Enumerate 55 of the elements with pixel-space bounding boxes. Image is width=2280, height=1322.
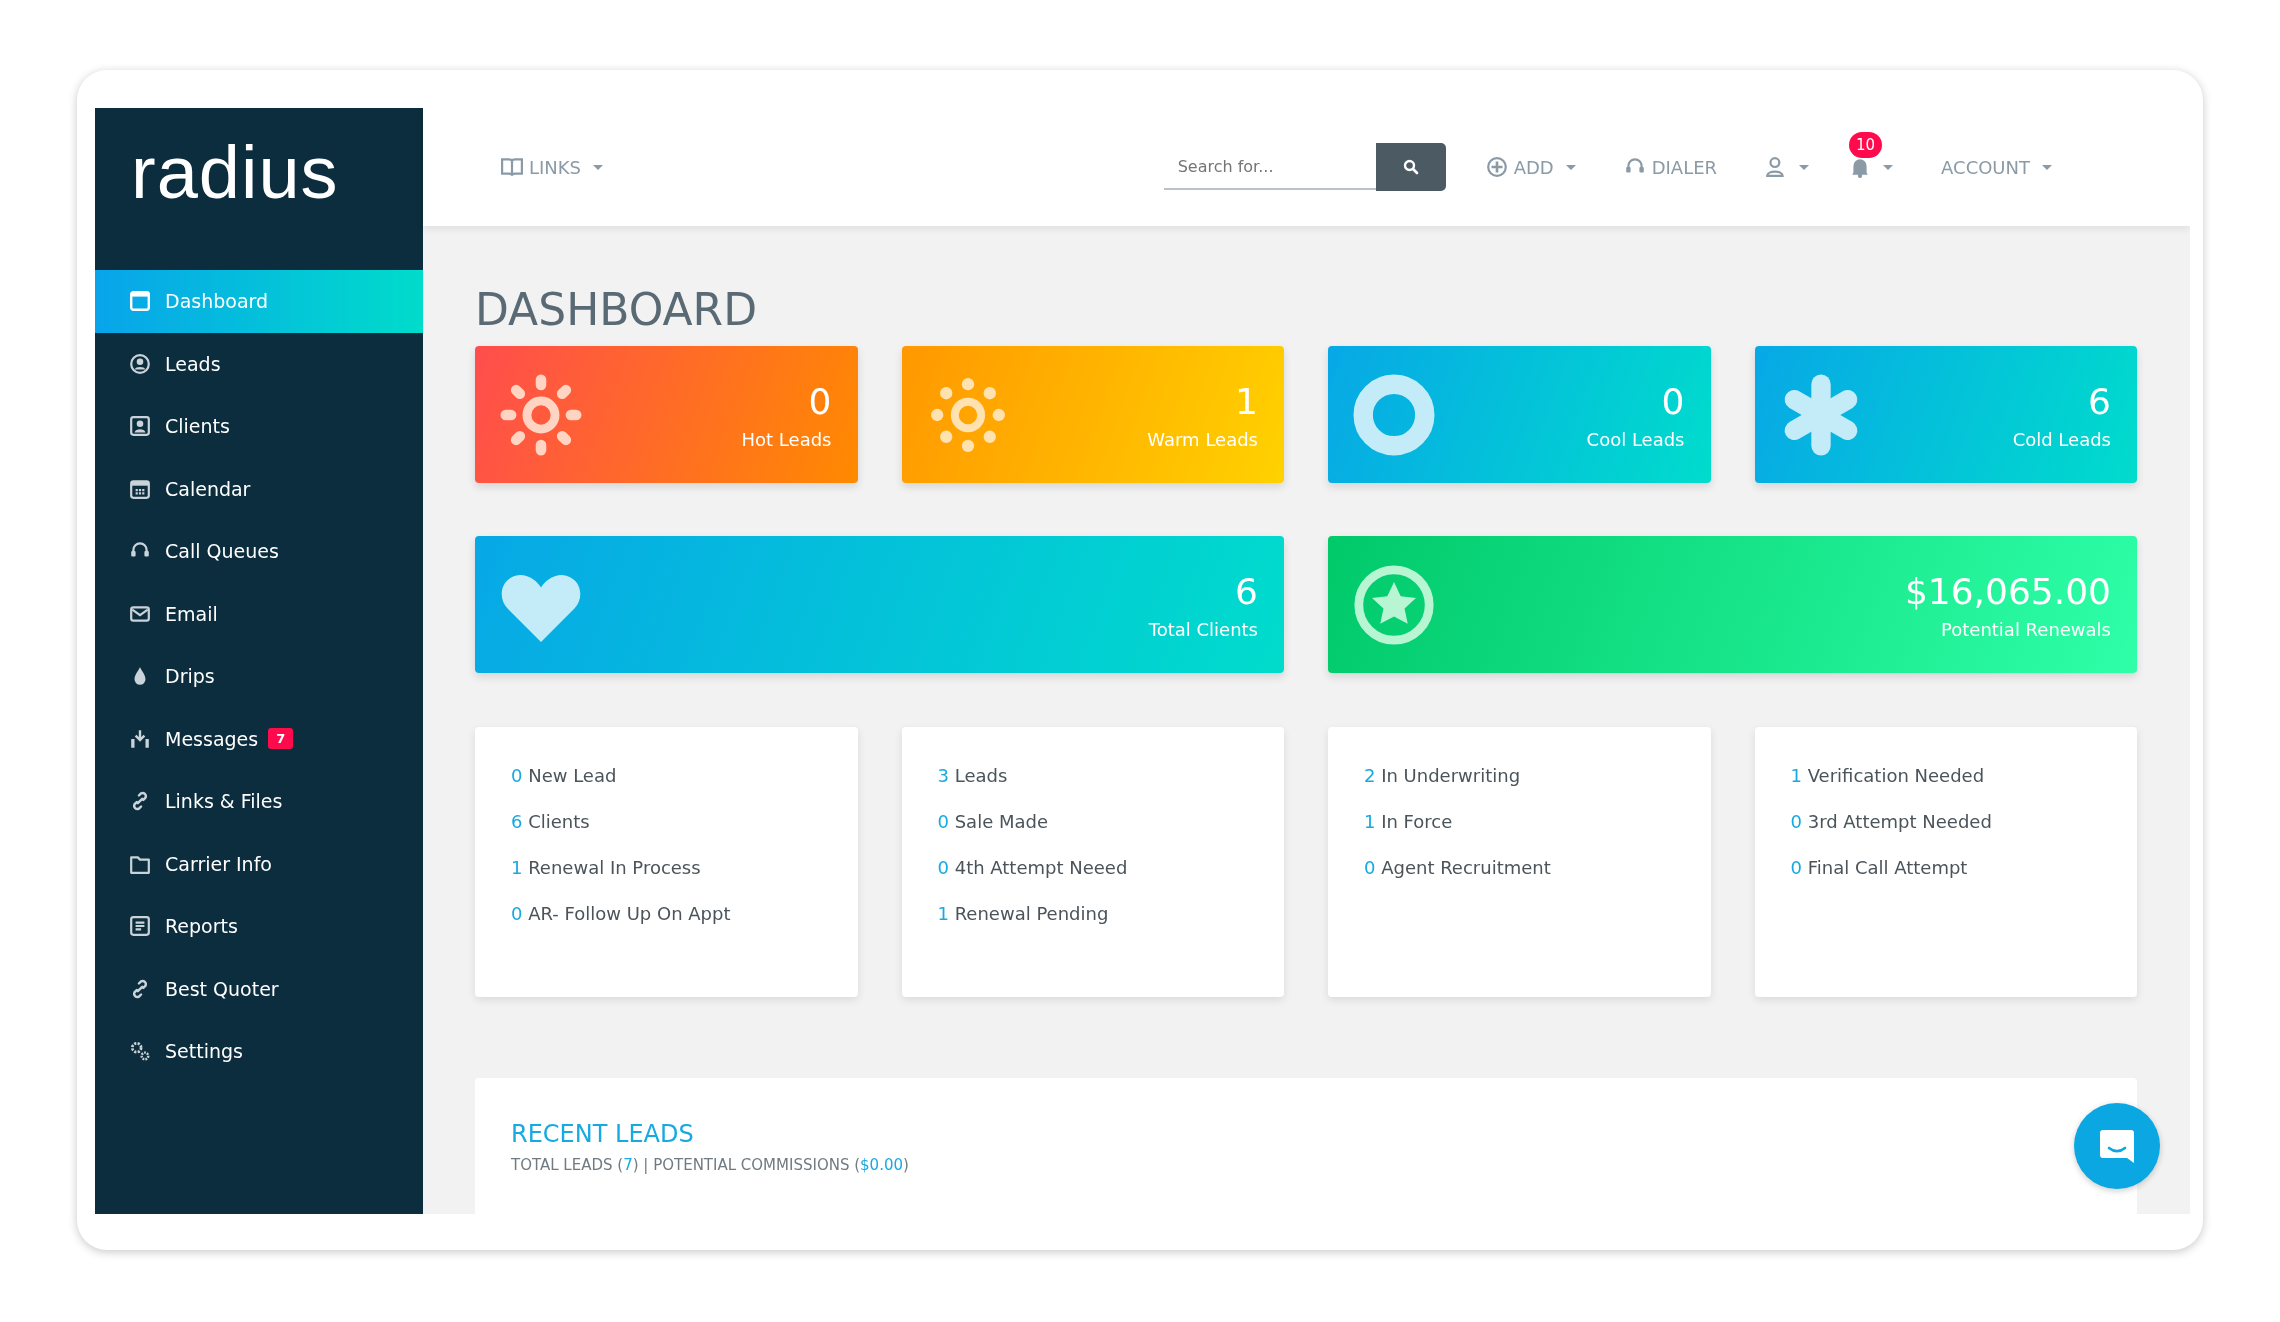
nav-item[interactable]: Leads [95,332,423,395]
stat-label: Hot Leads [741,429,832,450]
status-link[interactable]: 0 AR- Follow Up On Appt [511,901,731,928]
stat-label: Cool Leads [1586,429,1685,450]
gears-icon [129,1040,151,1063]
status-link[interactable]: 0 Sale Made [937,809,1048,836]
person-circle-icon [129,352,151,375]
nav-item[interactable]: Clients [95,395,423,458]
status-link[interactable]: 6 Clients [511,809,590,836]
count-badge: 7 [268,728,294,750]
status-link[interactable]: 0 3rd Attempt Needed [1790,809,1992,836]
stat-value: 0 [1660,379,1685,423]
nav-item[interactable]: Call Queues [95,520,423,583]
stat-label: Cold Leads [2012,429,2111,450]
section-title: RECENT LEADS [511,1120,695,1149]
status-link[interactable]: 1 Renewal Pending [937,901,1109,928]
status-link[interactable]: 3 Leads [937,763,1008,790]
status-link[interactable]: 0 4th Attempt Neeed [937,855,1128,882]
stat-value: $16,065.00 [1904,569,2111,613]
nav-item[interactable]: Calendar [95,457,423,520]
status-link[interactable]: 1 In Force [1364,809,1453,836]
stat-label: Warm Leads [1147,429,1258,450]
status-link[interactable]: 0 Agent Recruitment [1364,855,1551,882]
search-icon [1402,159,1419,175]
status-link[interactable]: 0 New Lead [511,763,617,790]
status-link[interactable]: 2 In Underwriting [1364,763,1521,790]
search-button[interactable] [1375,143,1446,191]
inbox-icon [129,727,151,750]
status-link[interactable]: 0 Final Call Attempt [1790,855,1968,882]
calendar-icon [129,477,151,500]
logo: radius [130,130,340,216]
nav-item[interactable]: Carrier Info [95,832,423,895]
nav-item[interactable]: Reports [95,895,423,958]
status-link[interactable]: 1 Verification Needed [1790,763,1985,790]
document-icon [129,915,151,938]
nav-item[interactable]: Messages 7 [95,707,423,770]
stat-value: 6 [2087,379,2111,423]
page-title: DASHBOARD [475,286,759,335]
nav-item[interactable]: Drips [95,645,423,708]
status-link[interactable]: 1 Renewal In Process [511,855,701,882]
nav-item[interactable]: Links & Files [95,770,423,833]
person-square-icon [129,415,151,438]
nav-item[interactable]: Settings [95,1020,423,1083]
stat-label: Total Clients [1148,619,1258,640]
stat-value: 0 [807,379,832,423]
leads-summary: TOTAL LEADS (7) | POTENTIAL COMMISSIONS ($0.00) [511,1156,910,1175]
nav-item[interactable]: Best Quoter [95,957,423,1020]
stat-value: 1 [1234,379,1258,423]
stat-value: 6 [1234,569,1258,613]
notification-badge: 10 [1849,132,1883,158]
book-icon [501,156,523,178]
plus-circle-icon [1485,156,1508,178]
window-icon [129,290,151,313]
stat-label: Potential Renewals [1940,619,2111,640]
nav-item[interactable]: Email [95,582,423,645]
